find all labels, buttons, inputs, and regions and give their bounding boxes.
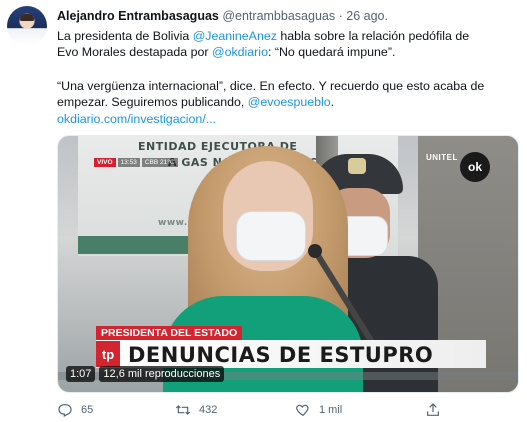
video-duration: 1:07 (66, 366, 96, 382)
text-segment: empezar. Seguiremos publicando, (57, 95, 248, 109)
microphone (308, 244, 322, 258)
retweet-button[interactable]: 432 (175, 402, 217, 418)
live-indicator: VIVO 13:53 CBB 21°C (94, 158, 178, 167)
reply-button[interactable]: 65 (57, 402, 93, 418)
article-link[interactable]: okdiario.com/investigacion/... (57, 112, 216, 126)
share-icon (427, 403, 439, 416)
cap-badge (348, 158, 366, 174)
text-segment: habla sobre la relación pedófila de (276, 29, 470, 43)
video-player[interactable]: ENTIDAD EJECUTORA DE A GAS NATURAL VEHIC… (57, 135, 519, 393)
mention-okdiario[interactable]: @okdiario (212, 45, 268, 59)
tweet-text-line-3: “Una vergüenza internacional”, dice. En … (57, 79, 485, 93)
video-headline: DENUNCIAS DE ESTUPRO (128, 343, 434, 367)
avatar[interactable] (7, 6, 47, 46)
heart-icon (296, 404, 309, 417)
speaker-mask (236, 211, 306, 261)
text-segment: Evo Morales destapada por (57, 45, 212, 59)
live-temperature: CBB 21°C (141, 158, 178, 167)
video-views: 12,6 mil reproducciones (99, 366, 225, 382)
like-button[interactable]: 1 mil (295, 402, 342, 418)
text-segment: La presidenta de Bolivia (57, 29, 193, 43)
tweet[interactable]: Alejandro Entrambasaguas @entrambbasagua… (0, 0, 527, 422)
tweet-text-line-2: Evo Morales destapada por @okdiario: “No… (57, 44, 519, 61)
tweet-date[interactable]: 26 ago. (346, 9, 388, 23)
like-count: 1 mil (319, 404, 343, 416)
reply-count: 65 (81, 404, 94, 416)
text-segment: : “No quedará impune”. (267, 45, 396, 59)
tp-logo: tp (96, 341, 120, 367)
channel-name: UNITEL (426, 153, 458, 162)
okdiario-logo: ok (460, 152, 490, 182)
tweet-text-line-1: La presidenta de Bolivia @JeanineAnez ha… (57, 28, 519, 45)
tweet-text-line-4: empezar. Seguiremos publicando, @evoespu… (57, 94, 519, 111)
live-label: VIVO (94, 158, 116, 167)
lower-third-label: PRESIDENTA DEL ESTADO (96, 326, 243, 340)
reply-icon (58, 404, 72, 418)
author-handle[interactable]: @entrambbasaguas (222, 9, 335, 23)
text-segment: . (330, 95, 335, 109)
retweet-icon (175, 405, 191, 415)
mention-jeanineanez[interactable]: @JeanineAnez (193, 29, 277, 43)
tweet-actions: 65 432 1 mil (57, 402, 519, 420)
retweet-count: 432 (199, 404, 218, 416)
video-stats: 1:07 12,6 mil reproducciones (66, 366, 225, 382)
share-button[interactable] (425, 402, 441, 418)
live-time: 13:53 (117, 158, 140, 167)
author-name[interactable]: Alejandro Entrambasaguas (57, 9, 219, 23)
mention-evoespueblo[interactable]: @evoespueblo (248, 95, 331, 109)
tweet-header: Alejandro Entrambasaguas @entrambbasagua… (57, 9, 388, 23)
separator-dot: · (338, 9, 343, 23)
tweet-text-line-5: okdiario.com/investigacion/... (57, 111, 519, 128)
